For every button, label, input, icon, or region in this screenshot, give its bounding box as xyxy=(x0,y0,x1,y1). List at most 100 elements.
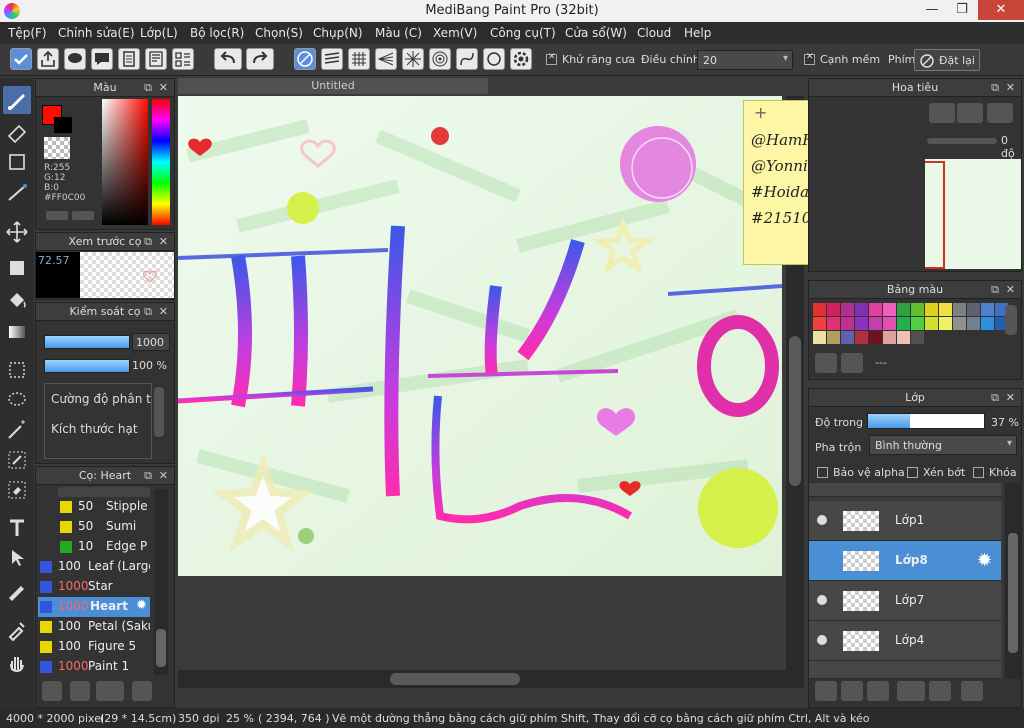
brush-settings-icon[interactable] xyxy=(132,681,152,701)
popout-icon[interactable]: ⧉ xyxy=(144,233,152,251)
palette-swatch[interactable] xyxy=(939,303,952,316)
palette-swatch[interactable] xyxy=(897,331,910,344)
brush-item-stipple[interactable]: 50 Stipple xyxy=(58,497,150,517)
brush-item-edge[interactable]: 10 Edge P xyxy=(58,537,150,557)
lasso-tool[interactable] xyxy=(3,386,31,414)
horizontal-scrollbar[interactable] xyxy=(178,670,786,688)
new-layer-icon[interactable] xyxy=(815,681,837,701)
eye-icon[interactable] xyxy=(817,515,827,525)
popout-icon[interactable]: ⧉ xyxy=(144,303,152,321)
drawing-canvas[interactable] xyxy=(178,96,782,576)
actual-size-icon[interactable] xyxy=(957,103,983,123)
brush-size-slider[interactable] xyxy=(44,335,130,349)
menu-cloud[interactable]: Cloud xyxy=(637,26,671,40)
new-8bit-layer-icon[interactable] xyxy=(867,681,889,701)
operation-tool[interactable] xyxy=(3,544,31,572)
undo-icon[interactable] xyxy=(214,48,242,70)
scroll-thumb[interactable] xyxy=(1008,533,1018,653)
palette-swatch[interactable] xyxy=(939,317,952,330)
check-icon[interactable] xyxy=(10,48,32,70)
color-swap-button[interactable] xyxy=(72,211,94,220)
palette-swatch[interactable] xyxy=(869,331,882,344)
lock-checkbox[interactable] xyxy=(973,467,984,478)
layer-row-partial[interactable] xyxy=(809,661,1001,679)
move-tool[interactable] xyxy=(3,218,31,246)
color-mode-button[interactable] xyxy=(46,211,68,220)
select-eraser-tool[interactable] xyxy=(3,476,31,504)
layer-row-lop4[interactable]: Lớp4 xyxy=(809,621,1001,661)
saturation-value-picker[interactable] xyxy=(102,99,148,225)
add-note-icon[interactable]: + xyxy=(754,103,767,122)
layer-row-lop7[interactable]: Lớp7 xyxy=(809,581,1001,621)
redo-icon[interactable] xyxy=(246,48,274,70)
layer-row-lop1[interactable]: Lớp1 xyxy=(809,501,1001,541)
palette-swatch[interactable] xyxy=(855,331,868,344)
palette-swatch[interactable] xyxy=(897,317,910,330)
palette-swatch[interactable] xyxy=(869,317,882,330)
adjust-select[interactable]: 20 ▾ xyxy=(697,50,793,70)
eye-icon[interactable] xyxy=(817,595,827,605)
menu-edit[interactable]: Chỉnh sửa(E) xyxy=(58,26,135,40)
clipping-checkbox[interactable] xyxy=(907,467,918,478)
brush-menu-icon[interactable] xyxy=(96,681,124,701)
concentric-snap-icon[interactable] xyxy=(429,48,451,70)
close-icon[interactable]: ✕ xyxy=(159,467,168,485)
duplicate-layer-icon[interactable] xyxy=(961,681,983,701)
brush-tool[interactable] xyxy=(3,86,31,114)
share-icon[interactable] xyxy=(37,48,59,70)
palette-swatches[interactable] xyxy=(813,303,1008,344)
brush-duplicate-icon[interactable] xyxy=(70,681,90,701)
palette-swatch[interactable] xyxy=(911,303,924,316)
radial-snap-icon[interactable] xyxy=(402,48,424,70)
palette-swatch[interactable] xyxy=(981,303,994,316)
antialias-checkbox[interactable] xyxy=(546,52,557,65)
protect-alpha-checkbox[interactable] xyxy=(817,467,828,478)
snap-off-icon[interactable] xyxy=(294,48,316,70)
palette-add-icon[interactable] xyxy=(815,353,837,373)
palette-swatch[interactable] xyxy=(855,303,868,316)
ellipse-snap-icon[interactable] xyxy=(483,48,505,70)
menu-capture[interactable]: Chụp(N) xyxy=(313,26,363,40)
brush-item-heart-selected[interactable]: 1000 Heart ✹ xyxy=(38,597,150,617)
brush-add-icon[interactable] xyxy=(42,681,62,701)
soft-edge-checkbox[interactable] xyxy=(804,52,815,65)
close-icon[interactable]: ✕ xyxy=(1006,79,1015,97)
hue-slider[interactable] xyxy=(152,99,170,225)
palette-swatch[interactable] xyxy=(855,317,868,330)
palette-swatch[interactable] xyxy=(827,303,840,316)
navigator-thumbnail[interactable] xyxy=(925,159,1021,269)
layer-row-partial[interactable] xyxy=(809,483,1001,497)
transparent-swatch[interactable] xyxy=(44,137,70,159)
gradient-tool[interactable] xyxy=(3,318,31,346)
menu-select[interactable]: Chọn(S) xyxy=(255,26,303,40)
palette-swatch[interactable] xyxy=(869,303,882,316)
brush-item-leaf[interactable]: 100 Leaf (Large xyxy=(38,557,150,577)
palette-swatch[interactable] xyxy=(911,317,924,330)
palette-swatch[interactable] xyxy=(813,303,826,316)
document-icon[interactable] xyxy=(118,48,140,70)
gear-icon[interactable]: ✹ xyxy=(136,598,147,613)
layer-row-lop8-selected[interactable]: Lớp8 ✹ xyxy=(809,541,1001,581)
rotation-slider[interactable] xyxy=(927,138,997,144)
palette-swatch[interactable] xyxy=(883,331,896,344)
palette-swatch[interactable] xyxy=(841,317,854,330)
palette-swatch[interactable] xyxy=(967,317,980,330)
flip-view-icon[interactable] xyxy=(987,103,1013,123)
scroll-thumb[interactable] xyxy=(390,673,520,685)
palette-swatch[interactable] xyxy=(953,317,966,330)
fill-rect-tool[interactable] xyxy=(3,254,31,282)
palette-swatch[interactable] xyxy=(897,303,910,316)
brush-item-sumi[interactable]: 50 Sumi xyxy=(58,517,150,537)
brush-opacity-slider[interactable] xyxy=(44,359,130,373)
palette-scrollbar[interactable] xyxy=(1005,305,1017,335)
popout-icon[interactable]: ⧉ xyxy=(991,281,999,299)
brush-size-field[interactable]: 1000 xyxy=(132,333,170,351)
reset-button[interactable]: Đặt lại xyxy=(914,49,980,71)
maximize-button[interactable]: ❐ xyxy=(948,0,976,20)
trash-icon[interactable] xyxy=(841,353,863,373)
background-color-swatch[interactable] xyxy=(54,117,72,133)
new-halftone-layer-icon[interactable] xyxy=(841,681,863,701)
comment-icon[interactable] xyxy=(64,48,86,70)
popout-icon[interactable]: ⧉ xyxy=(144,79,152,97)
menu-tools[interactable]: Công cụ(T) xyxy=(490,26,556,40)
